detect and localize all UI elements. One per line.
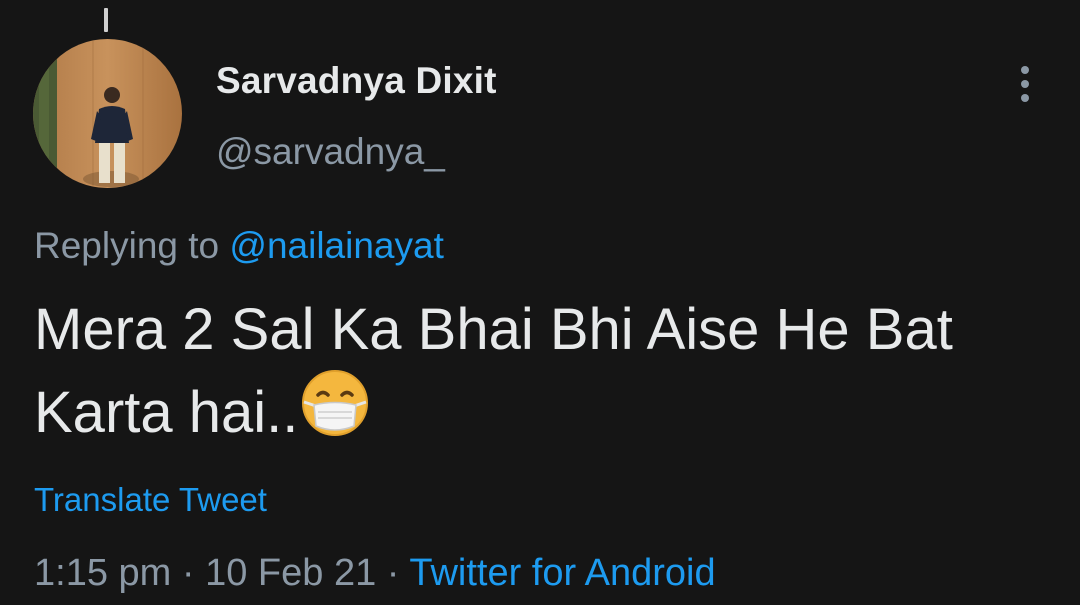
tweet-metadata: 1:15 pm · 10 Feb 21 · Twitter for Androi… xyxy=(34,552,716,595)
meta-separator: · xyxy=(376,552,410,594)
tweet-text-line-2: Karta hai.. xyxy=(34,368,1044,451)
tweet-time: 1:15 pm xyxy=(34,552,172,594)
tweet-date: 10 Feb 21 xyxy=(205,552,377,594)
author-handle[interactable]: @sarvadnya_ xyxy=(216,131,445,173)
translate-tweet-link[interactable]: Translate Tweet xyxy=(34,481,267,519)
tweet-text-line-1: Mera 2 Sal Ka Bhai Bhi Aise He Bat xyxy=(34,297,953,362)
avatar[interactable] xyxy=(33,39,182,188)
replying-to-line: Replying to @nailainayat xyxy=(34,225,444,267)
more-options-button[interactable] xyxy=(1004,62,1046,106)
thread-connector-line xyxy=(104,8,108,32)
author-display-name[interactable]: Sarvadnya Dixit xyxy=(216,60,497,102)
avatar-photo xyxy=(33,39,182,188)
more-vertical-icon xyxy=(1021,66,1029,102)
replying-to-label: Replying to xyxy=(34,225,230,266)
meta-separator: · xyxy=(171,552,206,594)
face-with-medical-mask-icon xyxy=(300,368,370,438)
tweet-text-line-2-text: Karta hai.. xyxy=(34,380,299,445)
replying-to-mention-link[interactable]: @nailainayat xyxy=(229,225,443,266)
tweet-source-link[interactable]: Twitter for Android xyxy=(409,552,715,594)
tweet-text: Mera 2 Sal Ka Bhai Bhi Aise He Bat Karta… xyxy=(34,292,1044,451)
tweet-detail: Sarvadnya Dixit @sarvadnya_ Replying to … xyxy=(0,0,1080,605)
